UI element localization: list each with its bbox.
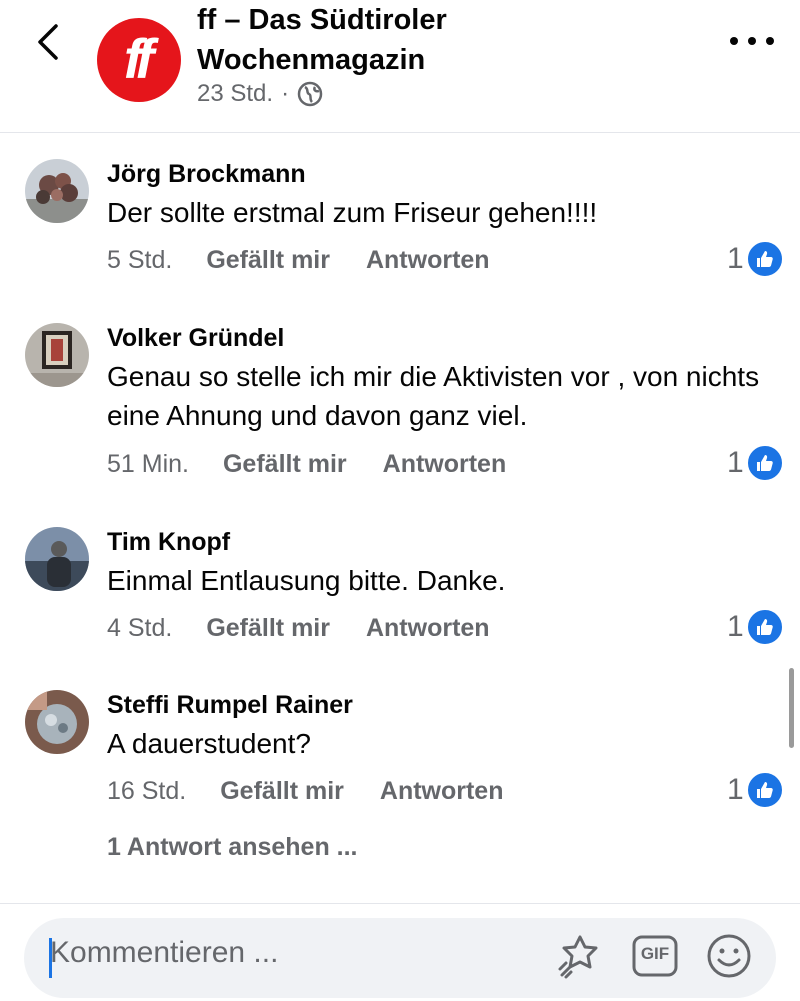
chevron-left-icon [38, 24, 58, 60]
reply-button[interactable]: Antworten [366, 246, 490, 275]
comment-actions: 51 Min. Gefällt mir Antworten [107, 450, 542, 479]
reaction-count-value: 1 [727, 610, 744, 643]
comment-text: Einmal Entlausung bitte. Danke. [107, 565, 506, 596]
sticker-icon [558, 935, 598, 979]
comment-input-placeholder[interactable]: Kommentieren ... [50, 936, 278, 970]
dot-icon [730, 37, 738, 45]
page-logo[interactable]: ff [97, 18, 181, 102]
comment-text: A dauerstudent? [107, 728, 311, 759]
reaction-count-value: 1 [727, 773, 744, 806]
reply-button[interactable]: Antworten [383, 450, 507, 479]
comment-author[interactable]: Jörg Brockmann [107, 160, 306, 189]
page-title[interactable]: ff – Das Südtiroler Wochenmagazin [197, 0, 657, 80]
avatar[interactable] [25, 323, 89, 387]
post-meta: 23 Std. · [197, 80, 323, 108]
dot-icon [748, 37, 756, 45]
avatar[interactable] [25, 527, 89, 591]
thumbs-up-icon [745, 608, 784, 646]
reaction-count[interactable]: 1 [727, 771, 784, 809]
comment-time: 4 Std. [107, 614, 173, 642]
reply-button[interactable]: Antworten [366, 614, 490, 643]
meta-separator: · [281, 80, 290, 107]
like-button[interactable]: Gefällt mir [206, 246, 330, 275]
emoji-button[interactable] [704, 931, 754, 981]
thumbs-up-icon [745, 771, 784, 809]
thumbs-up-icon [745, 444, 784, 482]
gif-button[interactable]: GIF [630, 931, 680, 981]
comment-actions: 16 Std. Gefällt mir Antworten [107, 777, 540, 806]
like-button[interactable]: Gefällt mir [220, 777, 344, 806]
back-button[interactable] [30, 20, 70, 64]
comment-text: Genau so stelle ich mir die Aktivisten v… [107, 361, 760, 431]
reply-button[interactable]: Antworten [380, 777, 504, 806]
avatar[interactable] [25, 690, 89, 754]
dot-icon [766, 37, 774, 45]
view-replies-link[interactable]: 1 Antwort ansehen ... [107, 833, 358, 862]
comment-actions: 4 Std. Gefällt mir Antworten [107, 614, 526, 643]
post-time: 23 Std. [197, 80, 274, 107]
emoji-icon [707, 934, 751, 978]
reaction-count-value: 1 [727, 446, 744, 479]
like-button[interactable]: Gefällt mir [223, 450, 347, 479]
more-options-button[interactable] [730, 28, 774, 54]
gif-label: GIF [640, 944, 670, 963]
logo-text: ff [123, 26, 154, 90]
scrollbar[interactable] [789, 668, 794, 748]
reaction-count[interactable]: 1 [727, 240, 784, 278]
comment-time: 5 Std. [107, 246, 173, 274]
sticker-button[interactable] [556, 931, 606, 981]
thumbs-up-icon [745, 240, 784, 278]
like-button[interactable]: Gefällt mir [206, 614, 330, 643]
comment-time: 51 Min. [107, 450, 189, 478]
reaction-count[interactable]: 1 [727, 444, 784, 482]
reaction-count-value: 1 [727, 242, 744, 275]
globe-icon [297, 81, 323, 107]
comment-author[interactable]: Volker Gründel [107, 324, 284, 353]
reaction-count[interactable]: 1 [727, 608, 784, 646]
avatar[interactable] [25, 159, 89, 223]
comment-actions: 5 Std. Gefällt mir Antworten [107, 246, 526, 275]
comment-time: 16 Std. [107, 777, 187, 805]
comment-text: Der sollte erstmal zum Friseur gehen!!!! [107, 197, 598, 228]
post-header: ff ff – Das Südtiroler Wochenmagazin 23 … [0, 0, 800, 133]
comment-author[interactable]: Tim Knopf [107, 528, 230, 557]
comment-author[interactable]: Steffi Rumpel Rainer [107, 691, 353, 720]
